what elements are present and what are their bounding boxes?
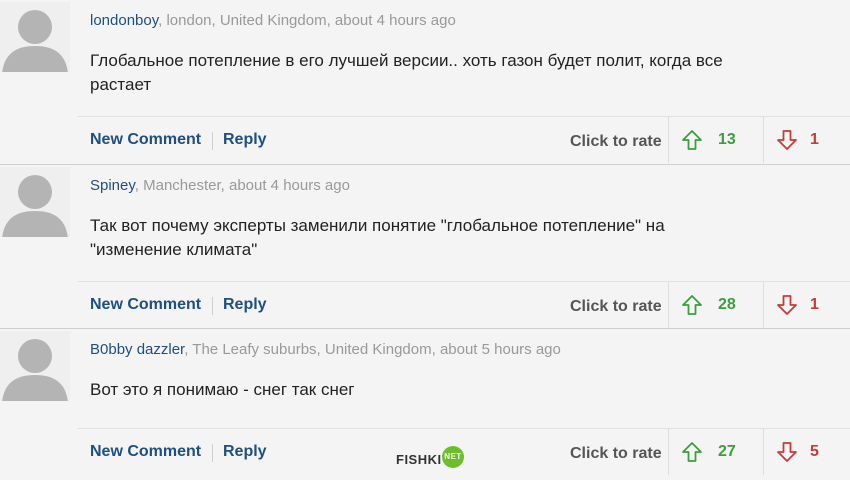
upvote-button[interactable]: 13 <box>668 117 764 163</box>
upvote-button[interactable]: 27 <box>668 429 764 475</box>
rate-label: Click to rate <box>570 133 662 150</box>
downvote-count: 1 <box>810 131 819 148</box>
upvote-button[interactable]: 28 <box>668 282 764 328</box>
comment-text: Глобальное потепление в его лучшей верси… <box>90 51 723 94</box>
upvote-count: 27 <box>718 443 736 460</box>
comment-meta: B0bby dazzler, The Leafy suburbs, United… <box>90 341 561 358</box>
comment-meta: Spiney, Manchester, about 4 hours ago <box>90 177 350 194</box>
downvote-button[interactable]: 5 <box>763 429 850 475</box>
divider <box>212 444 213 462</box>
rate-label: Click to rate <box>570 445 662 462</box>
arrow-down-icon <box>777 295 797 315</box>
rate-label: Click to rate <box>570 298 662 315</box>
arrow-up-icon <box>682 130 702 150</box>
arrow-up-icon <box>682 295 702 315</box>
reply-button[interactable]: Reply <box>223 296 267 314</box>
watermark-word: FISHKI <box>396 452 442 467</box>
author-link[interactable]: Spiney <box>90 177 135 194</box>
new-comment-button[interactable]: New Comment <box>90 296 201 314</box>
location-time: , The Leafy suburbs, United Kingdom, abo… <box>184 341 561 358</box>
author-link[interactable]: londonboy <box>90 12 158 29</box>
comment-actions: New Comment Reply Click to rate 13 1 <box>78 116 850 163</box>
comment-text: Так вот почему эксперты заменили понятие… <box>90 216 665 259</box>
arrow-down-icon <box>777 130 797 150</box>
comment-actions: New Comment Reply Click to rate 27 5 <box>78 428 850 475</box>
upvote-count: 28 <box>718 296 736 313</box>
comment-item: londonboy, london, United Kingdom, about… <box>0 0 850 164</box>
watermark-badge: NET <box>442 446 464 468</box>
downvote-button[interactable]: 1 <box>763 117 850 163</box>
comment-item: Spiney, Manchester, about 4 hours ago Та… <box>0 164 850 329</box>
location-time: , london, United Kingdom, about 4 hours … <box>158 12 456 29</box>
avatar[interactable] <box>0 167 70 237</box>
new-comment-button[interactable]: New Comment <box>90 131 201 149</box>
avatar[interactable] <box>0 2 70 72</box>
location-time: , Manchester, about 4 hours ago <box>134 177 350 194</box>
reply-button[interactable]: Reply <box>223 131 267 149</box>
author-link[interactable]: B0bby dazzler <box>90 341 184 358</box>
new-comment-button[interactable]: New Comment <box>90 443 201 461</box>
divider <box>212 132 213 150</box>
comment-meta: londonboy, london, United Kingdom, about… <box>90 12 456 29</box>
arrow-down-icon <box>777 442 797 462</box>
downvote-count: 1 <box>810 296 819 313</box>
comment-text: Вот это я понимаю - снег так снег <box>90 380 355 399</box>
reply-button[interactable]: Reply <box>223 443 267 461</box>
divider <box>212 297 213 315</box>
arrow-up-icon <box>682 442 702 462</box>
downvote-count: 5 <box>810 443 819 460</box>
upvote-count: 13 <box>718 131 736 148</box>
avatar[interactable] <box>0 331 70 401</box>
downvote-button[interactable]: 1 <box>763 282 850 328</box>
comment-actions: New Comment Reply Click to rate 28 1 <box>78 281 850 328</box>
